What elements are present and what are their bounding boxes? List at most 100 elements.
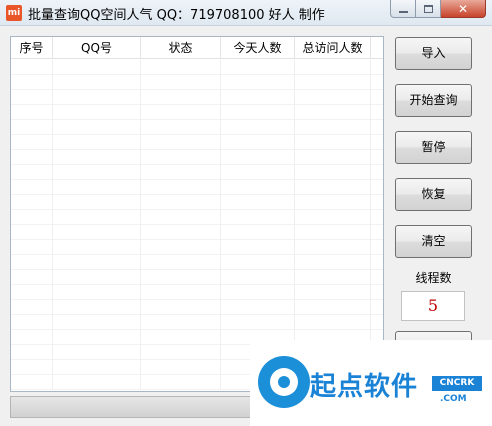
table-row <box>11 180 383 195</box>
table-cell <box>11 75 53 90</box>
table-cell <box>371 315 383 330</box>
table-cell <box>53 270 141 285</box>
table-cell <box>53 90 141 105</box>
table-cell <box>53 300 141 315</box>
table-row <box>11 165 383 180</box>
table-cell <box>295 240 371 255</box>
table-cell <box>221 240 295 255</box>
table-cell <box>221 285 295 300</box>
table-cell <box>141 255 221 270</box>
table-cell <box>11 285 53 300</box>
table-cell <box>295 165 371 180</box>
table-cell <box>371 105 383 120</box>
start-query-button[interactable]: 开始查询 <box>395 84 472 117</box>
column-header-status[interactable]: 状态 <box>141 37 221 59</box>
table-row <box>11 75 383 90</box>
table-cell <box>141 345 221 360</box>
table-cell <box>371 225 383 240</box>
table-cell <box>371 195 383 210</box>
close-button[interactable]: ✕ <box>441 0 486 18</box>
table-cell <box>11 225 53 240</box>
table-cell <box>141 105 221 120</box>
table-row <box>11 270 383 285</box>
table-cell <box>11 120 53 135</box>
table-row <box>11 225 383 240</box>
table-cell <box>141 300 221 315</box>
thread-count-input[interactable]: 5 <box>401 291 465 321</box>
pause-button[interactable]: 暂停 <box>395 131 472 164</box>
table-cell <box>141 195 221 210</box>
clear-button[interactable]: 清空 <box>395 225 472 258</box>
table-cell <box>295 315 371 330</box>
table-cell <box>221 270 295 285</box>
table-cell <box>371 150 383 165</box>
table-cell <box>11 150 53 165</box>
table-cell <box>295 120 371 135</box>
table-cell <box>53 225 141 240</box>
table-cell <box>53 255 141 270</box>
table-cell <box>295 300 371 315</box>
table-cell <box>53 135 141 150</box>
table-row <box>11 210 383 225</box>
table-cell <box>141 210 221 225</box>
table-cell <box>11 270 53 285</box>
table-cell <box>141 165 221 180</box>
title-bar[interactable]: mi 批量查询QQ空间人气 QQ：719708100 好人 制作 ✕ <box>0 0 492 26</box>
table-cell <box>53 105 141 120</box>
column-header-total[interactable]: 总访问人数 <box>295 37 371 59</box>
table-row <box>11 255 383 270</box>
table-cell <box>141 180 221 195</box>
table-row <box>11 135 383 150</box>
table-cell <box>371 240 383 255</box>
minimize-button[interactable] <box>390 0 416 18</box>
table-cell <box>53 345 141 360</box>
maximize-button[interactable] <box>416 0 441 18</box>
table-cell <box>53 195 141 210</box>
table-cell <box>53 120 141 135</box>
watermark-domain: .COM <box>440 394 467 404</box>
minimize-icon <box>398 10 408 13</box>
table-cell <box>141 135 221 150</box>
table-cell <box>371 210 383 225</box>
table-cell <box>371 120 383 135</box>
table-cell <box>221 180 295 195</box>
results-table[interactable]: 序号 QQ号 状态 今天人数 总访问人数 <box>10 36 384 392</box>
table-cell <box>11 375 53 390</box>
table-cell <box>221 90 295 105</box>
table-cell <box>53 330 141 345</box>
table-cell <box>221 120 295 135</box>
table-cell <box>53 285 141 300</box>
watermark-brand: 起点软件 <box>310 372 419 402</box>
table-cell <box>295 270 371 285</box>
table-cell <box>141 225 221 240</box>
column-header-today[interactable]: 今天人数 <box>221 37 295 59</box>
table-row <box>11 285 383 300</box>
table-row <box>11 240 383 255</box>
table-cell <box>221 150 295 165</box>
table-cell <box>295 180 371 195</box>
table-cell <box>11 240 53 255</box>
table-cell <box>295 195 371 210</box>
resume-button[interactable]: 恢复 <box>395 178 472 211</box>
table-cell <box>371 165 383 180</box>
table-cell <box>295 150 371 165</box>
table-cell <box>141 375 221 390</box>
column-header-index[interactable]: 序号 <box>11 37 53 59</box>
table-cell <box>11 330 53 345</box>
table-row <box>11 195 383 210</box>
watermark-logo-icon <box>258 356 310 408</box>
column-header-filler <box>371 37 383 59</box>
table-cell <box>221 75 295 90</box>
table-cell <box>295 210 371 225</box>
table-cell <box>141 285 221 300</box>
import-button[interactable]: 导入 <box>395 37 472 70</box>
table-cell <box>11 195 53 210</box>
table-cell <box>295 135 371 150</box>
table-cell <box>295 255 371 270</box>
table-cell <box>371 300 383 315</box>
table-cell <box>221 165 295 180</box>
column-header-qq[interactable]: QQ号 <box>53 37 141 59</box>
table-cell <box>141 240 221 255</box>
table-cell <box>53 315 141 330</box>
table-cell <box>53 180 141 195</box>
